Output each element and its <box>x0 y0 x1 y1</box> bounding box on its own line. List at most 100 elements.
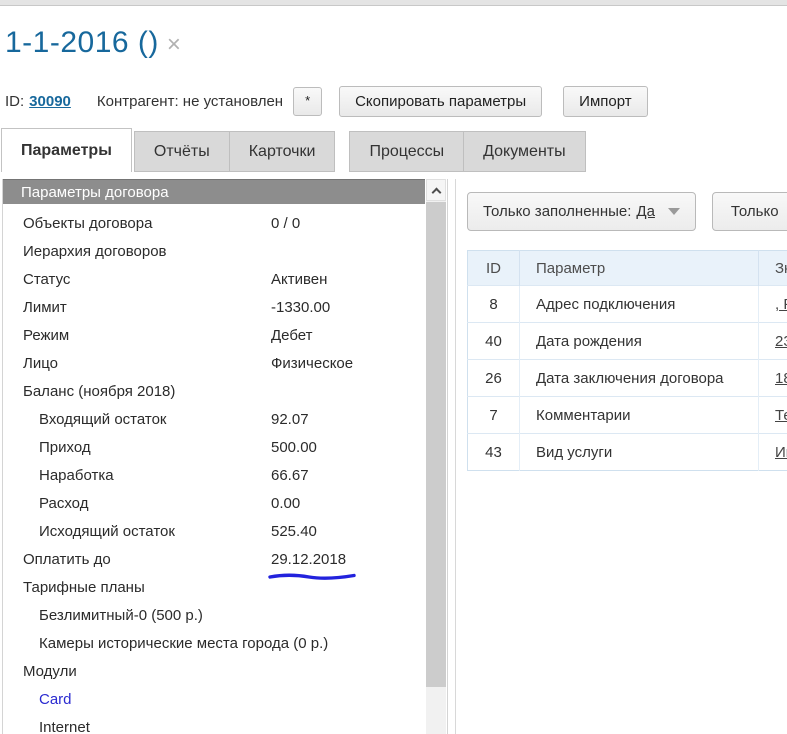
contract-params-panel: Параметры договора Объекты договора 0 / 0… <box>2 179 448 734</box>
param-label: Приход <box>39 434 91 462</box>
param-label: Internet <box>39 714 90 734</box>
cell-param: Вид услуги <box>520 434 759 471</box>
table-row[interactable]: 8Адрес подключения , Р <box>468 286 787 323</box>
param-value: Активен <box>271 266 327 294</box>
param-list: Объекты договора 0 / 0Иерархия договоровС… <box>3 204 447 734</box>
param-row[interactable]: Internet <box>3 714 447 734</box>
param-row[interactable]: Оплатить до29.12.2018 <box>3 546 447 574</box>
table-header-row: ID Параметр Зн <box>468 251 787 286</box>
param-label: Наработка <box>39 462 114 490</box>
params-table: ID Параметр Зн 8Адрес подключения , Р 40Да… <box>467 250 787 471</box>
param-label: Расход <box>39 490 88 518</box>
param-row[interactable]: Лимит -1330.00 <box>3 294 447 322</box>
param-values-panel: Только заполненные: Да Только ID Парамет… <box>455 179 787 734</box>
param-label: Лицо <box>23 350 58 378</box>
param-label: Модули <box>23 658 77 686</box>
chevron-up-icon <box>431 187 441 197</box>
param-value: -1330.00 <box>271 294 330 322</box>
param-row[interactable]: Модули <box>3 658 447 686</box>
table-row[interactable]: 7Комментарии Те <box>468 397 787 434</box>
param-value: Дебет <box>271 322 312 350</box>
cell-param: Комментарии <box>520 397 759 434</box>
param-row[interactable]: Исходящий остаток525.40 <box>3 518 447 546</box>
param-value: 66.67 <box>271 462 309 490</box>
cell-id: 8 <box>468 286 520 323</box>
copy-params-button[interactable]: Скопировать параметры <box>339 86 542 117</box>
cell-value-link[interactable]: 18 <box>775 370 787 387</box>
top-bar <box>0 0 787 6</box>
cell-id: 40 <box>468 323 520 360</box>
filter-filled-value: Да <box>636 203 655 220</box>
param-label[interactable]: Card <box>39 686 72 714</box>
param-label: Объекты договора <box>23 210 152 238</box>
id-label: ID: <box>5 93 24 110</box>
param-row[interactable]: Тарифные планы <box>3 574 447 602</box>
param-row[interactable]: Наработка 66.67 <box>3 462 447 490</box>
tab-bar: ПараметрыОтчётыКарточки ПроцессыДокументы <box>1 128 586 172</box>
tab-3[interactable]: Карточки <box>229 131 336 172</box>
tab-4[interactable]: Процессы <box>349 131 464 172</box>
param-row[interactable]: Безлимитный-0 (500 р.) <box>3 602 447 630</box>
param-label: Оплатить до <box>23 546 111 574</box>
param-label: Безлимитный-0 (500 р.) <box>39 602 203 630</box>
cell-value: 18 <box>759 360 787 397</box>
param-label: Лимит <box>23 294 67 322</box>
tab-1[interactable]: Параметры <box>1 128 132 172</box>
param-value: Физическое <box>271 350 353 378</box>
cell-value-link[interactable]: 23 <box>775 333 787 350</box>
param-row[interactable]: Объекты договора 0 / 0 <box>3 210 447 238</box>
left-panel-scrollbar[interactable] <box>426 179 446 734</box>
param-label: Статус <box>23 266 70 294</box>
param-label: Камеры исторические места города (0 р.) <box>39 630 328 658</box>
contract-page: 1-1-2016 () × ID: 30090 Контрагент: не у… <box>0 0 787 734</box>
counterparty-star-button[interactable]: * <box>293 87 322 116</box>
page-title: 1-1-2016 () <box>5 26 159 60</box>
cell-value: Те <box>759 397 787 434</box>
cell-value-link[interactable]: Те <box>775 407 787 424</box>
scrollbar-thumb[interactable] <box>426 202 446 687</box>
cell-value-link[interactable]: , Р <box>775 296 787 313</box>
param-value: 500.00 <box>271 434 317 462</box>
panel-header-selected-item[interactable]: Параметры договора <box>3 179 425 204</box>
tab-5[interactable]: Документы <box>463 131 585 172</box>
filter-second-dropdown[interactable]: Только <box>712 192 787 231</box>
header-controls: ID: 30090 Контрагент: не установлен * Ск… <box>5 85 648 117</box>
param-row[interactable]: Приход 500.00 <box>3 434 447 462</box>
param-row[interactable]: Статус Активен <box>3 266 447 294</box>
module-link-row[interactable]: Card <box>3 686 447 714</box>
table-row[interactable]: 43Вид услугиИн <box>468 434 787 471</box>
scrollbar-up-button[interactable] <box>426 179 446 201</box>
cell-param: Дата заключения договора <box>520 360 759 397</box>
col-header-value[interactable]: Зн <box>759 251 787 286</box>
filter-filled-dropdown[interactable]: Только заполненные: Да <box>467 192 696 231</box>
param-row[interactable]: Иерархия договоров <box>3 238 447 266</box>
param-label: Исходящий остаток <box>39 518 175 546</box>
param-value: 92.07 <box>271 406 309 434</box>
import-button[interactable]: Импорт <box>563 86 647 117</box>
param-row[interactable]: Баланс (ноября 2018) <box>3 378 447 406</box>
param-row[interactable]: Входящий остаток 92.07 <box>3 406 447 434</box>
col-header-id[interactable]: ID <box>468 251 520 286</box>
param-value: 0 / 0 <box>271 210 300 238</box>
cell-param: Адрес подключения <box>520 286 759 323</box>
cell-param: Дата рождения <box>520 323 759 360</box>
param-label: Входящий остаток <box>39 406 167 434</box>
contract-id-link[interactable]: 30090 <box>29 93 71 110</box>
tab-2[interactable]: Отчёты <box>134 131 230 172</box>
param-row[interactable]: РежимДебет <box>3 322 447 350</box>
table-row[interactable]: 40Дата рождения 23 <box>468 323 787 360</box>
chevron-down-icon <box>668 208 680 215</box>
param-value: 0.00 <box>271 490 300 518</box>
cell-value-link[interactable]: Ин <box>775 444 787 461</box>
table-row[interactable]: 26Дата заключения договора18 <box>468 360 787 397</box>
cell-value: Ин <box>759 434 787 471</box>
title-row: 1-1-2016 () × <box>5 26 181 60</box>
close-icon[interactable]: × <box>167 31 181 59</box>
filter-second-label: Только <box>731 203 779 220</box>
cell-id: 7 <box>468 397 520 434</box>
param-row[interactable]: Камеры исторические места города (0 р.) <box>3 630 447 658</box>
col-header-param[interactable]: Параметр <box>520 251 759 286</box>
param-row[interactable]: Расход 0.00 <box>3 490 447 518</box>
param-row[interactable]: Лицо Физическое <box>3 350 447 378</box>
filter-row: Только заполненные: Да Только <box>467 192 787 231</box>
